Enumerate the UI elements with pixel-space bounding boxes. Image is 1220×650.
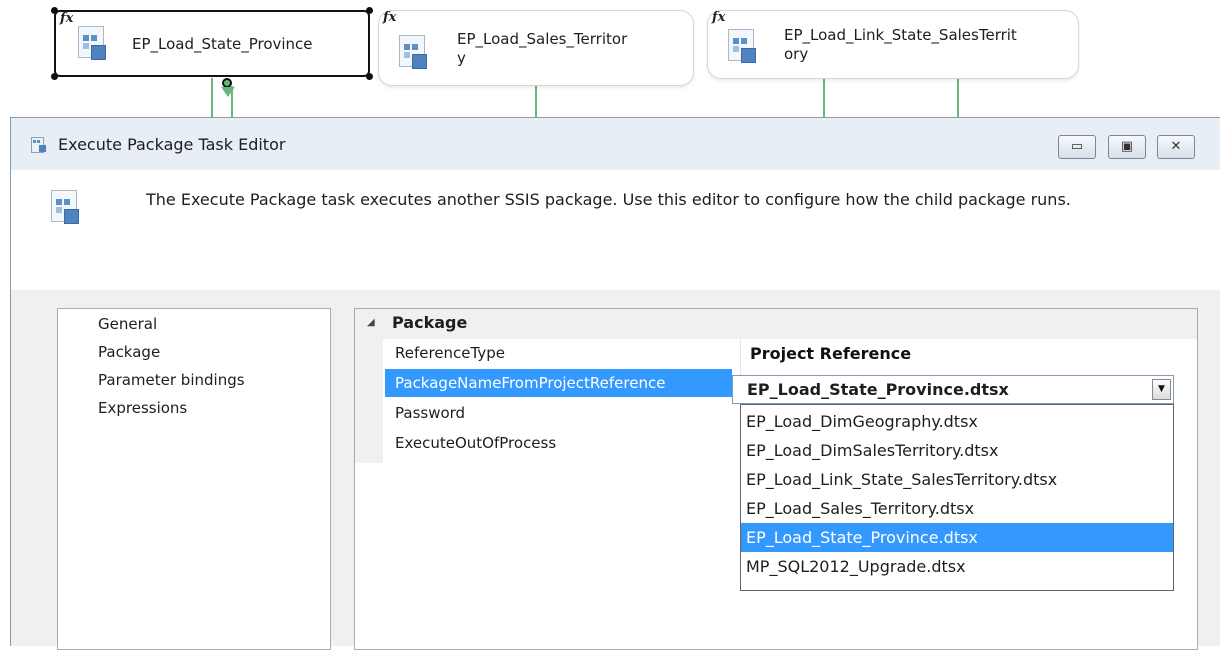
task-name-line2: ory [784, 45, 809, 63]
precedence-connector[interactable] [957, 76, 959, 120]
restore-button[interactable]: ▣ [1108, 135, 1146, 159]
title-bar[interactable]: Execute Package Task Editor ▭ ▣ ✕ [11, 118, 1220, 171]
close-button[interactable]: ✕ [1157, 135, 1195, 159]
property-name-packagenamefromprojectreference[interactable]: PackageNameFromProjectReference [385, 369, 732, 397]
task-name-line2: y [457, 49, 466, 67]
precedence-connector[interactable] [535, 84, 537, 120]
dropdown-option[interactable]: MP_SQL2012_Upgrade.dtsx [741, 552, 1173, 581]
category-label: Package [392, 313, 468, 332]
property-name-password[interactable]: Password [395, 404, 465, 422]
task-ep-load-sales-territory[interactable]: fx EP_Load_Sales_Territor y [378, 10, 694, 86]
dropdown-option[interactable]: EP_Load_Sales_Territory.dtsx [741, 494, 1173, 523]
task-name-line1: EP_Load_Sales_Territor [457, 30, 628, 48]
nav-item-parameter-bindings[interactable]: Parameter bindings [98, 371, 245, 389]
task-ep-load-link-state-salesterritory[interactable]: fx EP_Load_Link_State_SalesTerrit ory [707, 10, 1079, 79]
task-name: EP_Load_State_Province [132, 35, 313, 53]
minimize-button[interactable]: ▭ [1058, 135, 1096, 159]
resize-handle[interactable] [366, 73, 373, 80]
fx-icon: fx [712, 10, 726, 25]
window-title: Execute Package Task Editor [58, 135, 286, 154]
property-name-executeoutofprocess[interactable]: ExecuteOutOfProcess [395, 434, 556, 452]
package-icon [399, 35, 427, 69]
dropdown-option[interactable]: EP_Load_Link_State_SalesTerritory.dtsx [741, 465, 1173, 494]
combobox-value: EP_Load_State_Province.dtsx [747, 380, 1009, 399]
precedence-connector[interactable] [211, 78, 213, 120]
resize-handle[interactable] [51, 73, 58, 80]
property-gutter [355, 339, 383, 463]
collapse-triangle-icon[interactable]: ◢ [367, 317, 375, 328]
precedence-connector[interactable] [823, 76, 825, 120]
nav-item-general[interactable]: General [98, 315, 157, 333]
package-icon [728, 29, 756, 63]
nav-item-expressions[interactable]: Expressions [98, 399, 187, 417]
resize-handle[interactable] [366, 7, 373, 14]
package-icon [78, 26, 106, 60]
dropdown-option-selected[interactable]: EP_Load_State_Province.dtsx [741, 523, 1173, 552]
navigation-pane: General Package Parameter bindings Expre… [57, 308, 331, 650]
resize-handle[interactable] [51, 7, 58, 14]
chevron-down-icon[interactable]: ▼ [1152, 379, 1171, 400]
category-row-package[interactable]: ◢ Package [355, 309, 1197, 339]
package-dropdown-list: EP_Load_DimGeography.dtsx EP_Load_DimSal… [740, 404, 1174, 591]
property-value-referencetype[interactable]: Project Reference [750, 344, 911, 363]
editor-description: The Execute Package task executes anothe… [146, 190, 1071, 209]
editor-app-icon [31, 136, 47, 153]
package-name-combobox[interactable]: EP_Load_State_Province.dtsx ▼ [732, 375, 1174, 404]
dropdown-option[interactable]: EP_Load_DimSalesTerritory.dtsx [741, 436, 1173, 465]
fx-icon: fx [60, 11, 74, 26]
property-name-referencetype[interactable]: ReferenceType [395, 344, 505, 362]
nav-item-package[interactable]: Package [98, 343, 160, 361]
control-flow-canvas: fx EP_Load_State_Province fx EP_Load_Sal… [0, 0, 1220, 120]
fx-icon: fx [383, 10, 397, 25]
arrow-down-icon [221, 87, 235, 97]
task-ep-load-state-province[interactable]: fx EP_Load_State_Province [51, 7, 373, 80]
dropdown-option[interactable]: EP_Load_DimGeography.dtsx [741, 407, 1173, 436]
task-name-line1: EP_Load_Link_State_SalesTerrit [784, 26, 1017, 44]
editor-header [11, 170, 1220, 290]
package-icon [51, 190, 79, 224]
